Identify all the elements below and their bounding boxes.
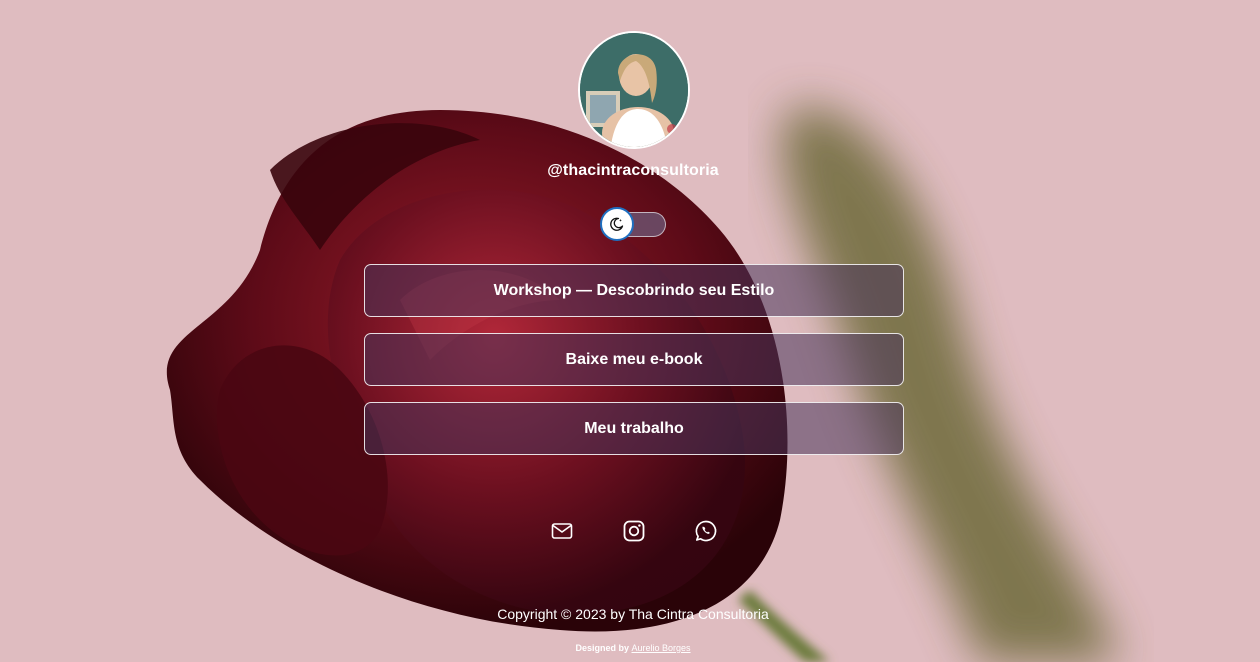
designed-by-credit: Designed by Aurelio Borges: [0, 643, 1260, 653]
designer-link[interactable]: Aurelio Borges: [631, 643, 690, 653]
designed-by-label: Designed by: [575, 643, 629, 653]
mail-icon: [551, 523, 573, 539]
toggle-knob[interactable]: [600, 207, 634, 241]
whatsapp-link[interactable]: [694, 519, 718, 543]
profile-handle: @thacintraconsultoria: [547, 162, 719, 179]
copyright-text: Copyright © 2023 by Tha Cintra Consultor…: [497, 606, 769, 622]
link-page: @thacintraconsultoria Workshop — Descobr…: [0, 0, 1260, 662]
instagram-link[interactable]: [622, 519, 646, 543]
ebook-link-button[interactable]: Baixe meu e-book: [364, 333, 904, 386]
moon-icon: [610, 217, 624, 231]
portfolio-link-button[interactable]: Meu trabalho: [364, 402, 904, 455]
theme-toggle[interactable]: [600, 207, 666, 241]
whatsapp-icon: [695, 520, 717, 542]
workshop-link-button[interactable]: Workshop — Descobrindo seu Estilo: [364, 264, 904, 317]
instagram-icon: [623, 520, 645, 542]
email-link[interactable]: [550, 519, 574, 543]
avatar: [578, 31, 690, 149]
